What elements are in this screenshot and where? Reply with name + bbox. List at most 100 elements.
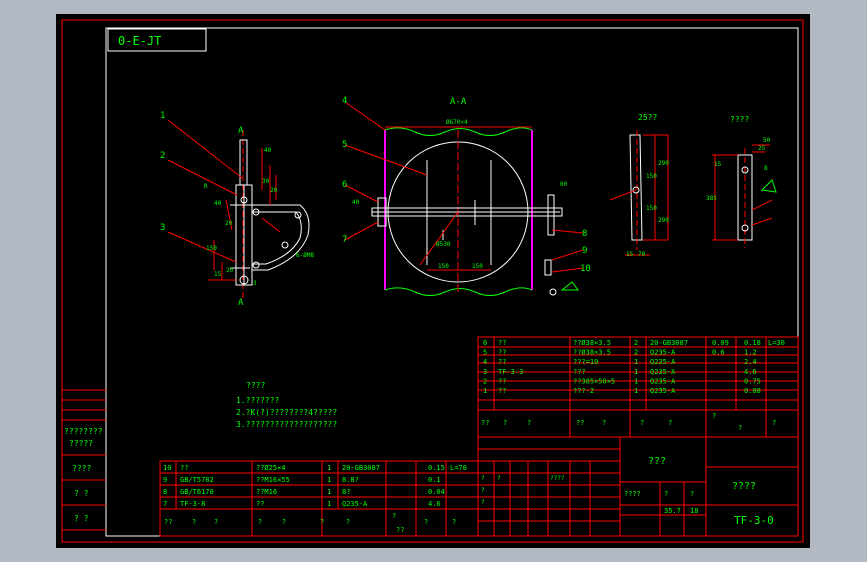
note-line-2: 2.?K(?)????????4????? <box>236 408 337 417</box>
svg-text:3: 3 <box>253 280 257 287</box>
bom-left-cell-r3-c3: 1 <box>327 500 331 508</box>
bom-right-cell-r4-c0: 2 <box>483 377 487 385</box>
svg-text:?: ? <box>772 419 776 427</box>
svg-text:????: ???? <box>550 475 565 482</box>
stamp-text: 0-E-JT <box>118 34 161 48</box>
bom-right-cell-r5-c4: Q235-A <box>650 387 676 395</box>
svg-text:385: 385 <box>706 195 717 202</box>
svg-text:15: 15 <box>626 251 634 258</box>
svg-text:290: 290 <box>658 217 669 224</box>
bom-left-cell-r1-c3: 1 <box>327 476 331 484</box>
balloon-7: 7 <box>342 235 347 245</box>
bom-left-cell-r0-c0: 10 <box>163 464 171 472</box>
bom-right-cell-r0-c1: ?? <box>498 339 506 347</box>
bom-left-cell-r1-c1: GB/T5782 <box>180 476 214 484</box>
balloon-1: 1 <box>160 111 165 121</box>
svg-text:25: 25 <box>758 145 766 152</box>
weight-value: 35.7 <box>664 507 681 515</box>
svg-text:?: ? <box>602 419 606 427</box>
bom-right-cell-r4-c1: ?? <box>498 377 506 385</box>
bom-left-cell-r2-c4: 8? <box>342 488 350 496</box>
svg-text:20: 20 <box>270 187 278 194</box>
svg-text:R: R <box>204 183 208 190</box>
bom-right-cell-r0-c4: 20-GB3087 <box>650 339 688 347</box>
section-marker-a-top: A <box>238 126 244 136</box>
bom-left-cell-r2-c0: 8 <box>163 488 167 496</box>
bom-right-cell-r1-c5: 0.6 <box>712 349 725 357</box>
svg-text:6-ØM8: 6-ØM8 <box>296 252 314 259</box>
bom-right-cell-r0-c0: 6 <box>483 339 487 347</box>
bom-left-cell-r3-c2: ?? <box>256 500 264 508</box>
strip-label-3: ???? <box>72 464 91 473</box>
bom-left-cell-r0-c5: 0.15 <box>428 464 445 472</box>
title-block-name: ??? <box>648 456 666 467</box>
bom-left-cell-r3-c4: Q235-A <box>342 500 368 508</box>
svg-text:?: ? <box>392 512 396 520</box>
bom-right-cell-r0-c7: L=30 <box>768 339 785 347</box>
bom-right-cell-r0-c5: 0.09 <box>712 339 729 347</box>
bom-right-cell-r1-c6: 1.2 <box>744 349 757 357</box>
svg-text:?: ? <box>258 518 262 526</box>
svg-text:?: ? <box>738 424 742 432</box>
bom-left-cell-r0-c1: ?? <box>180 464 188 472</box>
bom-left-cell-r0-c3: 1 <box>327 464 331 472</box>
svg-text:40: 40 <box>214 200 222 207</box>
bom-right-cell-r4-c6: 0.75 <box>744 377 761 385</box>
note-line-3: 3.??????????????????? <box>236 420 337 429</box>
notes-title: ???? <box>246 381 265 390</box>
bom-right-cell-r5-c3: 1 <box>634 387 638 395</box>
bom-right-cell-r3-c1: TF-3-3 <box>498 368 523 376</box>
bom-left-cell-r1-c2: ??M16×55 <box>256 476 290 484</box>
approval-label: ???? <box>624 490 641 498</box>
svg-text:?: ? <box>214 518 218 526</box>
company-name: ???? <box>732 481 756 492</box>
svg-text:??: ?? <box>576 419 584 427</box>
detail-view-label: ???? <box>730 115 749 124</box>
bom-right-cell-r5-c1: ?? <box>498 387 506 395</box>
scale-value: 18 <box>690 507 698 515</box>
svg-text:Ø670×4: Ø670×4 <box>446 119 468 126</box>
bom-right-cell-r4-c2: ??385×50×5 <box>573 377 615 385</box>
svg-text:150: 150 <box>438 263 449 270</box>
svg-text:15: 15 <box>214 271 222 278</box>
bom-right-cell-r5-c6: 0.08 <box>744 387 761 395</box>
svg-text:?: ? <box>640 419 644 427</box>
svg-text:?: ? <box>497 475 501 482</box>
balloon-5: 5 <box>342 140 347 150</box>
svg-text:?: ? <box>452 518 456 526</box>
svg-text:40: 40 <box>352 199 360 206</box>
svg-text:Ø530: Ø530 <box>436 241 451 248</box>
bom-left-cell-r2-c1: GB/T6170 <box>180 488 214 496</box>
balloon-4: 4 <box>342 96 347 106</box>
bom-right-cell-r2-c3: 1 <box>634 358 638 366</box>
svg-text:??: ?? <box>164 518 172 526</box>
bom-right-cell-r4-c3: 1 <box>634 377 638 385</box>
bom-left-cell-r0-c2: ??Ø25×4 <box>256 464 286 472</box>
bom-right-cell-r1-c2: ??Ø38×3.5 <box>573 349 611 357</box>
svg-text:?: ? <box>424 518 428 526</box>
balloon-3: 3 <box>160 223 165 233</box>
svg-text:150: 150 <box>206 245 217 252</box>
svg-text:150: 150 <box>472 263 483 270</box>
bom-left-cell-r1-c4: 8.8? <box>342 476 359 484</box>
svg-text:20: 20 <box>226 267 234 274</box>
strip-label-5: ? ? <box>74 514 89 523</box>
balloon-9: 9 <box>582 246 587 256</box>
bom-right-cell-r5-c0: 1 <box>483 387 487 395</box>
bom-right-cell-r2-c0: 4 <box>483 358 487 366</box>
bom-right-cell-r0-c3: 2 <box>634 339 638 347</box>
strip-label-2: ????? <box>69 439 93 448</box>
svg-text:50: 50 <box>763 137 771 144</box>
strip-label-1: ???????? <box>64 427 103 436</box>
bom-left-cell-r2-c3: 1 <box>327 488 331 496</box>
strip-label-4: ? ? <box>74 489 89 498</box>
bom-right-cell-r3-c6: 4.6 <box>744 368 757 376</box>
svg-text:?: ? <box>481 499 485 506</box>
svg-text:?: ? <box>712 412 716 420</box>
svg-text:290: 290 <box>658 160 669 167</box>
bom-left-cell-r1-c0: 9 <box>163 476 167 484</box>
svg-text:?: ? <box>320 518 324 526</box>
bom-left-cell-r3-c5: 4.6 <box>428 500 441 508</box>
bom-left-cell-r0-c6: L=70 <box>450 464 467 472</box>
bom-right-cell-r3-c0: 3 <box>483 368 487 376</box>
